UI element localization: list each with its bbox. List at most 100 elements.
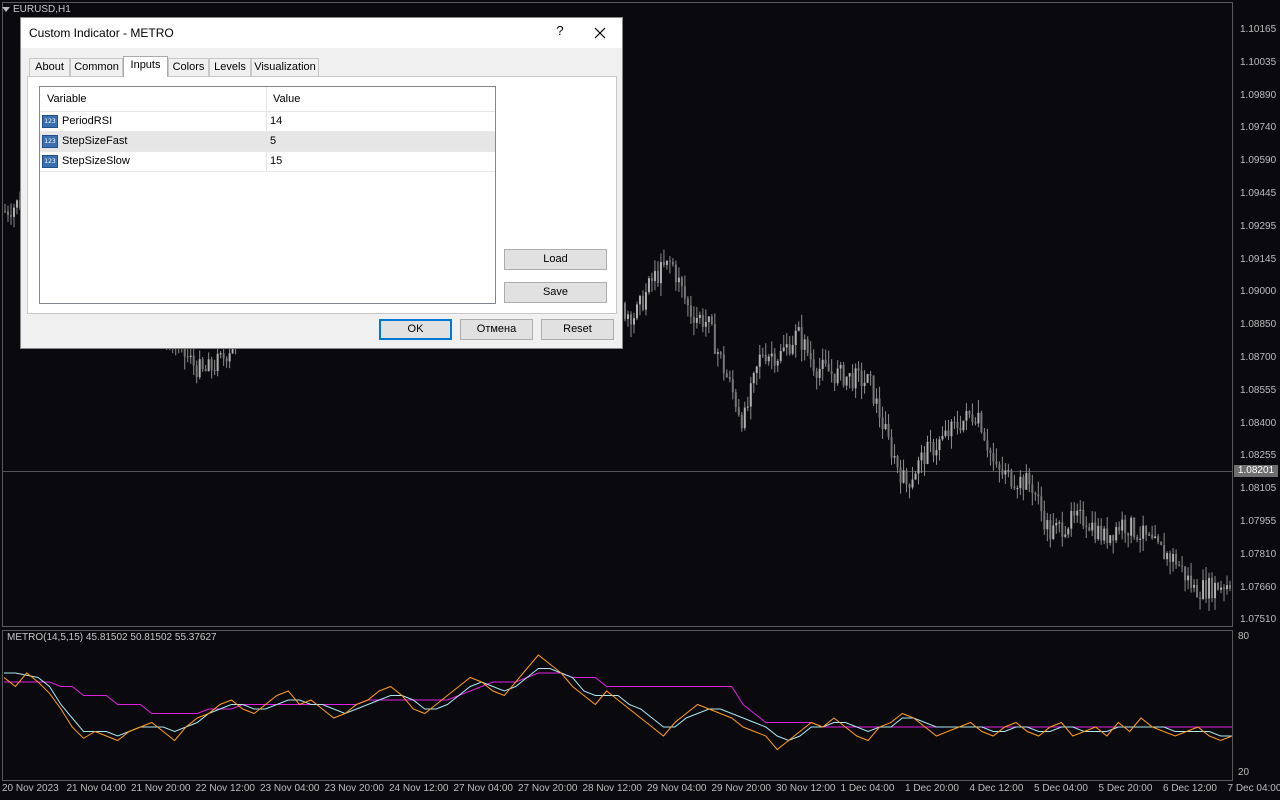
candle-body [1094, 522, 1097, 540]
candle-body [1187, 575, 1190, 581]
time-axis-label: 1 Dec 04:00 [840, 783, 895, 794]
candle-body [872, 375, 875, 404]
candle-body [764, 354, 767, 362]
column-header-value[interactable]: Value [273, 93, 300, 105]
candle-body [791, 345, 794, 354]
candle-body [1208, 577, 1211, 599]
column-header-variable[interactable]: Variable [47, 93, 87, 105]
candle-body [210, 359, 213, 370]
candle-body [785, 344, 788, 348]
time-axis-label: 22 Nov 12:00 [195, 783, 256, 794]
price-axis-label: 1.09890 [1240, 89, 1277, 101]
candle-body [1193, 584, 1196, 588]
tab-colors[interactable]: Colors [168, 58, 209, 76]
dialog-titlebar[interactable]: Custom Indicator - METRO ? [21, 18, 622, 48]
help-button[interactable]: ? [552, 23, 568, 38]
save-button[interactable]: Save [504, 282, 607, 303]
candle-body [893, 456, 896, 458]
variable-value[interactable]: 14 [270, 115, 282, 127]
load-button[interactable]: Load [504, 249, 607, 270]
price-axis-label: 1.09145 [1240, 253, 1277, 265]
candle-body [674, 264, 677, 283]
candle-body [812, 359, 815, 372]
grid-row-step-size-fast[interactable]: 123 StepSizeFast 5 [40, 132, 495, 152]
tab-about[interactable]: About [29, 58, 70, 76]
candle-body [1214, 582, 1217, 599]
variable-value[interactable]: 5 [270, 135, 276, 147]
candle-body [743, 407, 746, 429]
candle-body [1151, 534, 1154, 539]
candle-body [728, 377, 731, 380]
candle-body [638, 295, 641, 305]
candle-body [917, 460, 920, 474]
tab-inputs[interactable]: Inputs [123, 56, 168, 77]
candle-body [806, 339, 809, 354]
time-axis-label: 23 Nov 04:00 [260, 783, 320, 794]
candle-body [213, 369, 216, 371]
numeric-type-icon: 123 [42, 115, 58, 128]
time-axis-label: 21 Nov 04:00 [66, 783, 127, 794]
price-axis-label: 1.08255 [1240, 450, 1277, 462]
candle-body [1070, 510, 1073, 529]
candle-body [1166, 553, 1169, 560]
candle-body [192, 355, 195, 366]
candle-body [1133, 517, 1136, 538]
candle-body [1025, 473, 1028, 490]
candle-body [1007, 470, 1010, 472]
variable-name: StepSizeFast [62, 135, 128, 147]
candle-body [1034, 492, 1037, 495]
candle-body [1022, 476, 1025, 490]
numeric-type-icon: 123 [42, 135, 58, 148]
time-axis-label: 29 Nov 20:00 [711, 783, 772, 794]
candle-body [794, 330, 797, 346]
candle-body [944, 430, 947, 437]
candle-body [1085, 525, 1088, 528]
chart-symbol-tab[interactable]: EURUSD,H1 [2, 2, 71, 16]
grid-row-step-size-slow[interactable]: 123 StepSizeSlow 15 [40, 152, 495, 172]
dropdown-triangle-icon [2, 6, 10, 12]
candle-body [752, 373, 755, 384]
candle-body [836, 368, 839, 384]
candle-body [845, 376, 848, 386]
candle-body [186, 356, 189, 358]
time-axis-label: 28 Nov 12:00 [582, 783, 643, 794]
candle-body [1181, 565, 1184, 567]
candle-body [1097, 525, 1100, 540]
close-button[interactable] [587, 20, 613, 46]
candle-body [920, 452, 923, 461]
price-axis-label: 1.07660 [1240, 581, 1277, 593]
candle-body [1061, 522, 1064, 537]
chart-symbol-label: EURUSD,H1 [13, 3, 71, 15]
grid-row-period-rsi[interactable]: 123 PeriodRSI 14 [40, 112, 495, 132]
candle-body [716, 352, 719, 354]
candle-body [932, 442, 935, 456]
tab-visualization[interactable]: Visualization [251, 58, 319, 76]
candle-body [1154, 536, 1157, 539]
candle-body [989, 450, 992, 454]
candle-body [692, 316, 695, 323]
candle-body [887, 424, 890, 437]
inputs-grid[interactable]: Variable Value 123 PeriodRSI 14 123 Step… [39, 86, 496, 304]
tab-levels[interactable]: Levels [209, 58, 251, 76]
variable-value[interactable]: 15 [270, 155, 282, 167]
candle-body [1019, 476, 1022, 489]
candle-body [698, 314, 701, 318]
candle-body [968, 411, 971, 415]
candle-body [201, 359, 204, 370]
candle-body [1124, 519, 1127, 534]
tab-common[interactable]: Common [70, 58, 123, 76]
reset-button[interactable]: Reset [541, 319, 614, 340]
candle-body [869, 374, 872, 376]
candle-body [740, 414, 743, 429]
candle-body [986, 440, 989, 451]
candle-body [884, 424, 887, 430]
time-axis-label: 27 Nov 04:00 [453, 783, 514, 794]
candle-body [1178, 564, 1181, 566]
candle-body [1175, 554, 1178, 565]
candle-body [683, 286, 686, 299]
candle-body [1202, 580, 1205, 599]
candle-body [1223, 587, 1226, 590]
ok-button[interactable]: OK [379, 319, 452, 340]
candle-body [1148, 534, 1151, 536]
cancel-button[interactable]: Отмена [460, 319, 533, 340]
